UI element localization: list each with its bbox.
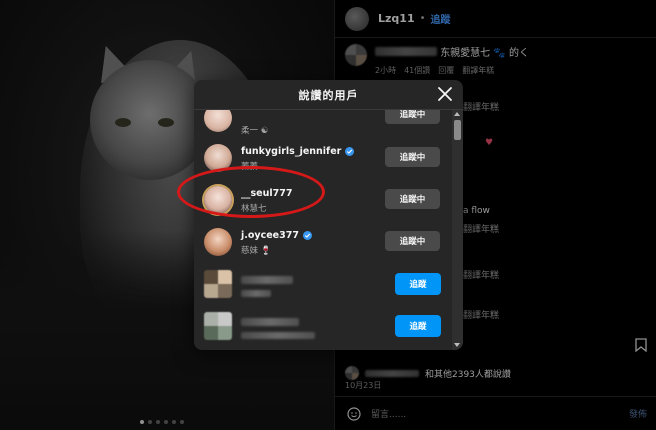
user-row[interactable]: 追蹤 (194, 306, 452, 348)
verified-badge-icon (345, 147, 355, 156)
liked-users-list[interactable]: 柔一 ☯ 追蹤中 funkygirls_jennifer 蓁蓁 追蹤中 __se… (194, 110, 452, 350)
user-row[interactable]: 追蹤 (194, 346, 452, 350)
user-row[interactable]: j.oycee377 慈妹 🍷 追蹤中 (194, 222, 452, 264)
following-button[interactable]: 追蹤中 (385, 147, 440, 167)
user-row[interactable]: 追蹤 (194, 264, 452, 306)
user-row[interactable]: 柔一 ☯ 追蹤中 (194, 110, 452, 140)
modal-header: 說讚的用戶 (194, 80, 463, 110)
scroll-down-arrow-icon[interactable] (454, 343, 460, 347)
follow-button[interactable]: 追蹤 (395, 273, 441, 295)
scroll-up-arrow-icon[interactable] (454, 112, 460, 116)
scrollbar-thumb[interactable] (454, 120, 461, 140)
user-username[interactable]: funkygirls_jennifer (241, 146, 355, 157)
blurred-username (241, 318, 299, 326)
username-text[interactable]: j.oycee377 (241, 230, 299, 241)
user-avatar[interactable] (204, 312, 232, 340)
following-button[interactable]: 追蹤中 (385, 189, 440, 209)
user-avatar[interactable] (204, 228, 232, 256)
user-fullname: 慈妹 🍷 (241, 246, 272, 256)
close-icon[interactable] (436, 85, 454, 103)
user-username[interactable]: j.oycee377 (241, 230, 312, 241)
blurred-fullname (241, 332, 315, 339)
user-fullname: 柔一 ☯ (241, 126, 269, 136)
blurred-username (241, 276, 293, 284)
follow-button[interactable]: 追蹤 (395, 315, 441, 337)
username-text[interactable]: funkygirls_jennifer (241, 146, 341, 157)
blurred-fullname (241, 290, 271, 297)
modal-title: 說讚的用戶 (298, 88, 359, 102)
following-button[interactable]: 追蹤中 (385, 231, 440, 251)
user-avatar[interactable] (204, 110, 232, 132)
user-avatar[interactable] (204, 270, 232, 298)
verified-badge-icon (302, 231, 312, 240)
following-button[interactable]: 追蹤中 (385, 110, 440, 124)
annotation-highlight-ellipse (177, 166, 325, 218)
modal-scrollbar[interactable] (452, 110, 463, 350)
